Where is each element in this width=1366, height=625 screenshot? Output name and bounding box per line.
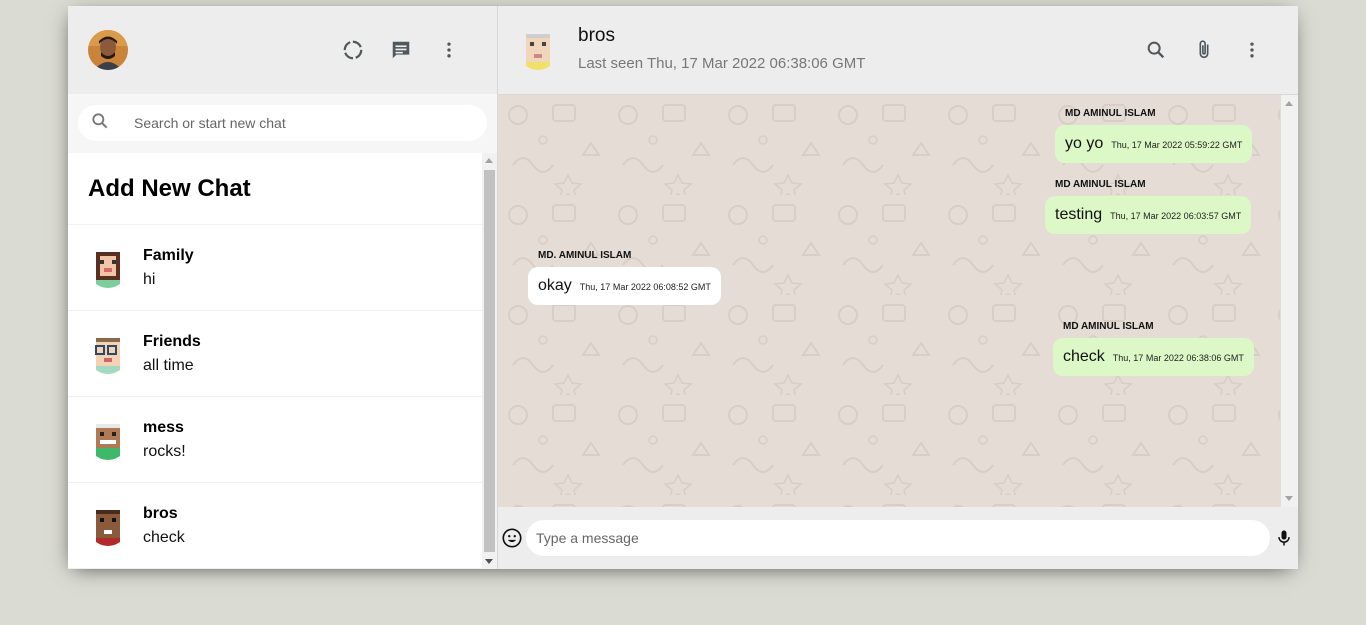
more-vert-icon[interactable]	[437, 38, 461, 62]
chats-wrap: Add New Chat Family hi Friends all time …	[68, 153, 497, 569]
message-bubble[interactable]: MD. AMINUL ISLAM okay Thu, 17 Mar 2022 06…	[528, 250, 721, 305]
message-sender: MD AMINUL ISLAM	[1065, 108, 1156, 119]
chat-name: mess	[143, 418, 184, 436]
chat-last-message: rocks!	[143, 442, 186, 460]
attach-icon[interactable]	[1192, 38, 1216, 62]
sidebar-header-icons	[341, 38, 461, 62]
scroll-thumb[interactable]	[484, 170, 495, 552]
message-text: okay	[538, 277, 572, 294]
chat-item-mess[interactable]: mess rocks!	[68, 397, 482, 483]
scroll-down-icon[interactable]	[1285, 496, 1293, 501]
search-icon	[90, 111, 110, 136]
chat-last-message: all time	[143, 356, 194, 374]
chat-app: Add New Chat Family	[68, 6, 1298, 569]
chat-info: bros check	[143, 505, 185, 547]
message-text: yo yo	[1065, 135, 1104, 152]
user-avatar[interactable]	[88, 30, 128, 70]
message-bubble[interactable]: MD AMINUL ISLAM yo yo Thu, 17 Mar 2022 05…	[1055, 108, 1253, 163]
emoji-icon[interactable]	[500, 526, 524, 550]
search-area	[68, 94, 497, 153]
sidebar-scrollbar[interactable]	[482, 153, 497, 569]
chat-last-message: hi	[143, 270, 156, 288]
pixel-avatar-bald[interactable]	[518, 30, 558, 70]
chat-header-info: bros Last seen Thu, 17 Mar 2022 06:38:06…	[578, 25, 1144, 72]
new-chat-icon[interactable]	[389, 38, 413, 62]
message-time: Thu, 17 Mar 2022 06:03:57 GMT	[1110, 211, 1242, 221]
scroll-up-icon[interactable]	[1285, 101, 1293, 106]
sidebar: Add New Chat Family	[68, 6, 498, 569]
chat-body: MD AMINUL ISLAM yo yo Thu, 17 Mar 2022 05…	[498, 95, 1281, 507]
chat-footer	[498, 507, 1298, 569]
chat-panel: bros Last seen Thu, 17 Mar 2022 06:38:06…	[498, 6, 1298, 569]
more-vert-icon[interactable]	[1240, 38, 1264, 62]
add-new-chat[interactable]: Add New Chat	[68, 153, 482, 225]
chat-header: bros Last seen Thu, 17 Mar 2022 06:38:06…	[498, 6, 1298, 95]
message-input[interactable]	[536, 530, 1260, 546]
chat-info: mess rocks!	[143, 419, 186, 461]
search-icon[interactable]	[1144, 38, 1168, 62]
scroll-down-icon[interactable]	[485, 559, 493, 564]
mic-icon[interactable]	[1272, 526, 1296, 550]
chat-info: Family hi	[143, 247, 194, 289]
chat-header-icons	[1144, 38, 1264, 62]
chat-last-seen: Last seen Thu, 17 Mar 2022 06:38:06 GMT	[578, 54, 866, 72]
pixel-avatar-dark-skin	[88, 505, 128, 546]
chat-item-bros[interactable]: bros check	[68, 483, 482, 569]
chat-name: Family	[143, 246, 194, 264]
chat-item-family[interactable]: Family hi	[68, 225, 482, 311]
chat-info: Friends all time	[143, 333, 201, 375]
chat-header-name: bros	[578, 24, 615, 46]
chat-item-friends[interactable]: Friends all time	[68, 311, 482, 397]
chat-body-wrap: MD AMINUL ISLAM yo yo Thu, 17 Mar 2022 05…	[498, 95, 1298, 507]
search-input[interactable]	[134, 115, 475, 131]
scroll-up-icon[interactable]	[485, 158, 493, 163]
message-sender: MD. AMINUL ISLAM	[538, 250, 632, 261]
chat-last-message: check	[143, 528, 185, 546]
pixel-avatar-woman-brown-hair	[88, 247, 128, 288]
message-sender: MD AMINUL ISLAM	[1055, 179, 1146, 190]
message-input-box	[526, 520, 1270, 556]
message-time: Thu, 17 Mar 2022 06:08:52 GMT	[579, 282, 711, 292]
status-icon[interactable]	[341, 38, 365, 62]
add-new-chat-label: Add New Chat	[88, 174, 251, 202]
message-text: testing	[1055, 206, 1103, 223]
message-time: Thu, 17 Mar 2022 06:38:06 GMT	[1112, 353, 1244, 363]
pixel-avatar-glasses	[88, 333, 128, 374]
sidebar-header	[68, 6, 497, 94]
pixel-avatar-smiling	[88, 419, 128, 460]
message-text: check	[1063, 348, 1105, 365]
chat-name: bros	[143, 504, 178, 522]
message-time: Thu, 17 Mar 2022 05:59:22 GMT	[1111, 140, 1243, 150]
message-bubble[interactable]: MD AMINUL ISLAM check Thu, 17 Mar 2022 06…	[1053, 321, 1254, 376]
chat-name: Friends	[143, 332, 201, 350]
search-box	[78, 105, 487, 141]
message-bubble[interactable]: MD AMINUL ISLAM testing Thu, 17 Mar 2022 …	[1045, 179, 1252, 234]
chat-list: Add New Chat Family hi Friends all time …	[68, 153, 482, 569]
chat-scrollbar[interactable]	[1281, 95, 1298, 507]
message-sender: MD AMINUL ISLAM	[1063, 321, 1154, 332]
